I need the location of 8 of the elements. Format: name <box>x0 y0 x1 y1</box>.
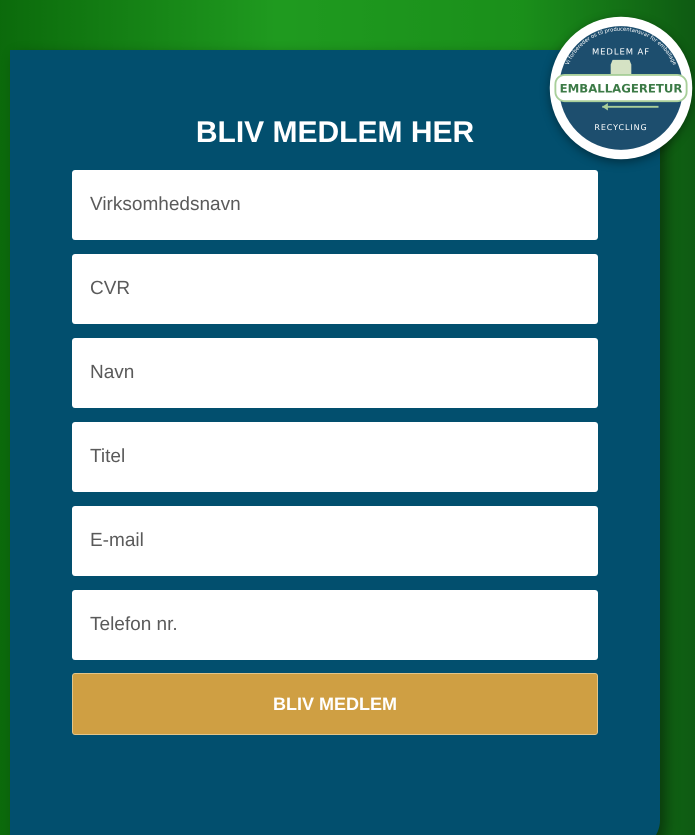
input-field[interactable]: Titel <box>72 422 598 492</box>
input-field[interactable]: Telefon nr. <box>72 590 598 660</box>
form-title: BLIV MEDLEM HER <box>196 115 474 151</box>
submit-button[interactable]: BLIV MEDLEM <box>72 673 598 735</box>
input-field[interactable]: CVR <box>72 254 598 324</box>
input-field[interactable]: E-mail <box>72 506 598 576</box>
input-field[interactable]: Navn <box>72 338 598 408</box>
input-field[interactable]: Virksomhedsnavn <box>72 170 598 240</box>
